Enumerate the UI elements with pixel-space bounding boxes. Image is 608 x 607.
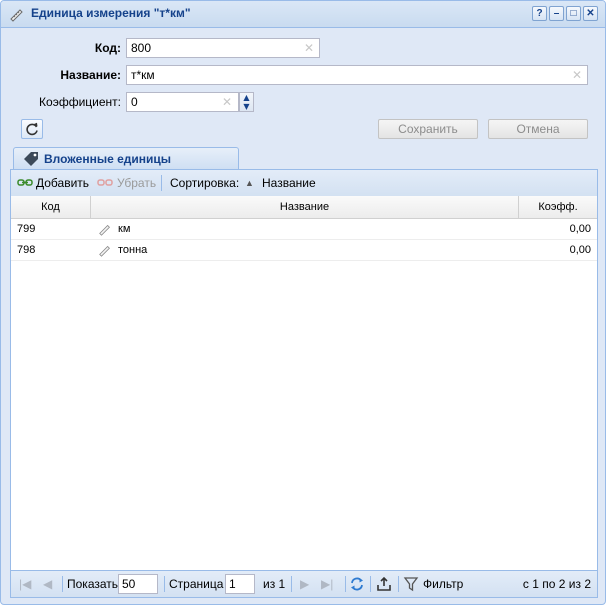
ruler-icon [10, 9, 23, 22]
paging-toolbar: |◀ ◀ Показать Страница из 1 ▶ ▶| [11, 570, 597, 597]
pager-separator [164, 576, 165, 592]
cell-code: 798 [17, 244, 36, 256]
sort-field-button[interactable]: Название [262, 176, 316, 190]
prev-page-icon[interactable]: ◀ [43, 577, 52, 591]
filter-button[interactable]: Фильтр [423, 577, 463, 591]
next-page-icon[interactable]: ▶ [300, 577, 309, 591]
clear-icon[interactable]: ✕ [571, 69, 583, 81]
refresh-button[interactable] [21, 119, 43, 139]
column-header-name[interactable]: Название [91, 196, 519, 218]
code-field[interactable]: 800 ✕ [126, 38, 320, 58]
save-button[interactable]: Сохранить [378, 119, 478, 139]
cell-name: км [118, 223, 131, 235]
pager-separator [370, 576, 371, 592]
page-label: Страница [169, 577, 224, 591]
name-value: т*км [131, 68, 155, 82]
page-count-label: из 1 [263, 577, 286, 591]
coef-field[interactable]: 0 ✕ [126, 92, 239, 112]
sort-label: Сортировка: [170, 176, 240, 190]
tab-strip: Вложенные единицы измерения [10, 147, 596, 180]
link-add-icon [17, 179, 33, 186]
ruler-icon [99, 245, 110, 257]
grid-header: Код Название Коэфф. [11, 196, 597, 219]
tab-nested-units[interactable]: Вложенные единицы измерения [13, 147, 239, 180]
cell-coef: 0,00 [569, 223, 591, 235]
name-field[interactable]: т*км ✕ [126, 65, 588, 85]
link-remove-icon [97, 179, 113, 186]
page-size-input[interactable] [118, 574, 158, 594]
pager-separator [345, 576, 346, 592]
chevron-up-icon[interactable]: ▲ [240, 93, 253, 102]
export-icon[interactable] [376, 576, 392, 592]
minimize-button[interactable]: – [549, 6, 564, 21]
clear-icon[interactable]: ✕ [221, 96, 233, 108]
unit-edit-window: Единица измерения "т*км" ? – □ ✕ Код: 80… [0, 0, 606, 605]
last-page-icon[interactable]: ▶| [321, 577, 333, 591]
help-button[interactable]: ? [532, 6, 547, 21]
maximize-button[interactable]: □ [566, 6, 581, 21]
code-label: Код: [94, 41, 121, 55]
clear-icon[interactable]: ✕ [303, 42, 315, 54]
window-titlebar[interactable]: Единица измерения "т*км" ? – □ ✕ [1, 1, 605, 28]
table-row[interactable]: 799 км 0,00 [11, 219, 597, 240]
cell-coef: 0,00 [569, 244, 591, 256]
coef-label: Коэффициент: [39, 95, 121, 109]
remove-button[interactable]: Убрать [117, 176, 156, 190]
pager-separator [291, 576, 292, 592]
window-title: Единица измерения "т*км" [31, 6, 191, 20]
table-row[interactable]: 798 тонна 0,00 [11, 240, 597, 261]
pager-separator [398, 576, 399, 592]
nested-units-panel: Добавить Убрать Сортировка: ▲ Название К… [10, 169, 598, 598]
add-button[interactable]: Добавить [36, 176, 89, 190]
column-header-code[interactable]: Код [11, 196, 91, 218]
name-label: Название: [60, 68, 121, 82]
paging-summary: с 1 по 2 из 2 [522, 577, 591, 591]
toolbar-separator [161, 175, 162, 191]
page-size-label: Показать [67, 577, 119, 591]
chevron-down-icon[interactable]: ▼ [240, 102, 253, 111]
cell-code: 799 [17, 223, 36, 235]
column-header-coef[interactable]: Коэфф. [519, 196, 597, 218]
page-number-input[interactable] [225, 574, 255, 594]
filter-icon[interactable] [403, 576, 419, 592]
code-value: 800 [131, 41, 152, 55]
refresh-icon [26, 122, 38, 136]
pager-separator [62, 576, 63, 592]
first-page-icon[interactable]: |◀ [19, 577, 31, 591]
coef-value: 0 [131, 95, 138, 109]
cancel-button[interactable]: Отмена [488, 119, 588, 139]
cell-name: тонна [118, 244, 148, 256]
sort-asc-icon: ▲ [245, 178, 254, 188]
refresh-icon[interactable] [349, 576, 365, 592]
coef-stepper[interactable]: ▲ ▼ [239, 92, 254, 112]
grid-toolbar: Добавить Убрать Сортировка: ▲ Название [11, 170, 597, 197]
tag-icon [24, 152, 38, 166]
ruler-icon [99, 224, 110, 236]
close-button[interactable]: ✕ [583, 6, 598, 21]
